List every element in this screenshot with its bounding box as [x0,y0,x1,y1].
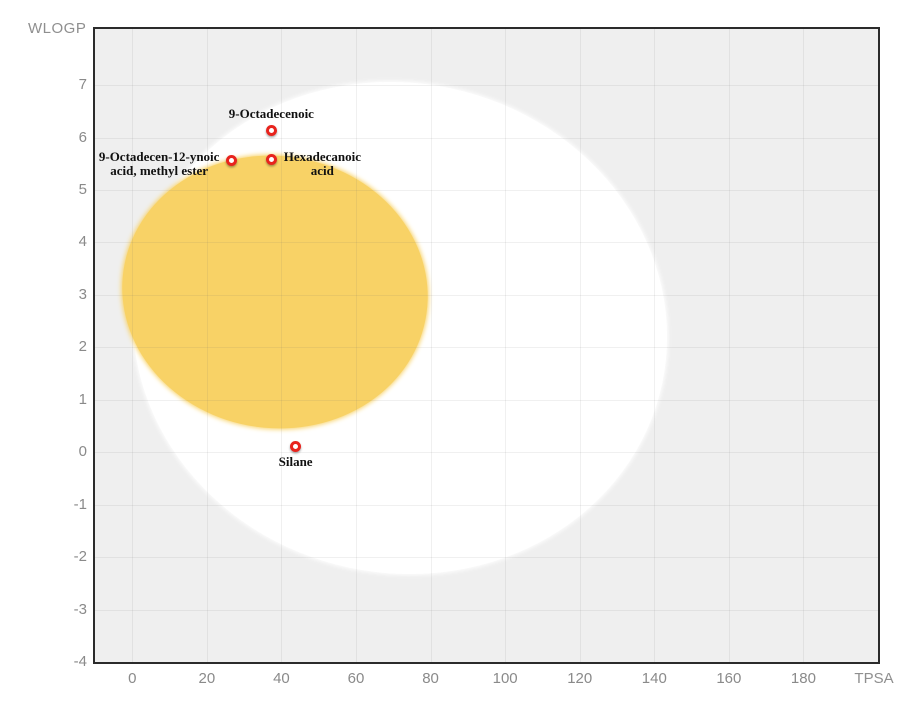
gridline-x-60 [356,29,357,662]
x-tick-label-120: 120 [567,670,593,687]
x-tick-label-100: 100 [492,670,518,687]
boiled-egg-plot: WLOGP 9-Octadecenoic Hexadecanoic acid 9-Oc… [0,0,913,703]
y-tick-label--2: -2 [73,548,87,566]
gridline-y-4 [95,242,878,244]
data-point-label: 9-Octadecen-12-ynoic acid, methyl ester [98,149,220,179]
gridline-x-120 [579,29,581,662]
y-tick-label-2: 2 [78,338,87,356]
gridline-y--1 [95,504,878,506]
y-tick-label--1: -1 [73,495,87,513]
y-tick-label-1: 1 [78,390,87,408]
y-tick-label--4: -4 [73,653,87,670]
gridline-x-0 [132,29,134,662]
data-point-0[interactable] [265,124,277,136]
y-tick-label-7: 7 [78,76,87,94]
gridline-y-5 [95,190,878,191]
x-axis-label: TPSA [854,670,894,687]
data-point-3[interactable] [290,440,302,452]
y-tick-label--3: -3 [73,600,87,618]
gridline-y-2 [95,347,878,349]
y-tick-label-5: 5 [78,181,87,198]
gridline-x-20 [206,29,208,662]
gridline-y-7 [95,85,878,87]
gridline-x-80 [430,29,432,662]
x-tick-label-20: 20 [198,670,216,687]
gridline-y-3 [95,294,878,296]
y-axis-label: WLOGP [28,20,87,37]
data-point-label: 9-Octadecenoic [228,106,314,122]
x-tick-label-40: 40 [273,670,290,687]
gridline-y--4 [95,662,878,663]
gridline-y--2 [95,557,878,559]
y-tick-label-4: 4 [78,233,87,251]
gridline-x-140 [654,29,656,662]
plot-area: 9-Octadecenoic Hexadecanoic acid 9-Octadece… [93,27,880,664]
gridline-y-6 [95,137,878,139]
x-tick-label-0: 0 [128,670,137,687]
gridline-x-160 [728,29,730,662]
y-tick-label-3: 3 [78,285,87,303]
x-tick-label-180: 180 [790,670,816,687]
gridline-x-40 [281,29,283,662]
y-tick-label-0: 0 [78,443,87,461]
gridline-y-1 [95,399,878,401]
data-point-2[interactable] [225,154,237,166]
x-tick-label-80: 80 [422,670,439,687]
gridline-y-0 [95,452,878,454]
x-tick-label-60: 60 [347,670,365,687]
x-tick-label-140: 140 [641,670,667,687]
gridline-x-100 [505,29,507,662]
data-point-label: Silane [278,454,313,470]
x-tick-label-160: 160 [716,670,742,687]
y-tick-label-6: 6 [78,128,87,146]
data-point-label: Hexadecanoic acid [283,148,361,178]
gridline-x-180 [803,29,805,662]
gridline-y--3 [95,609,878,611]
